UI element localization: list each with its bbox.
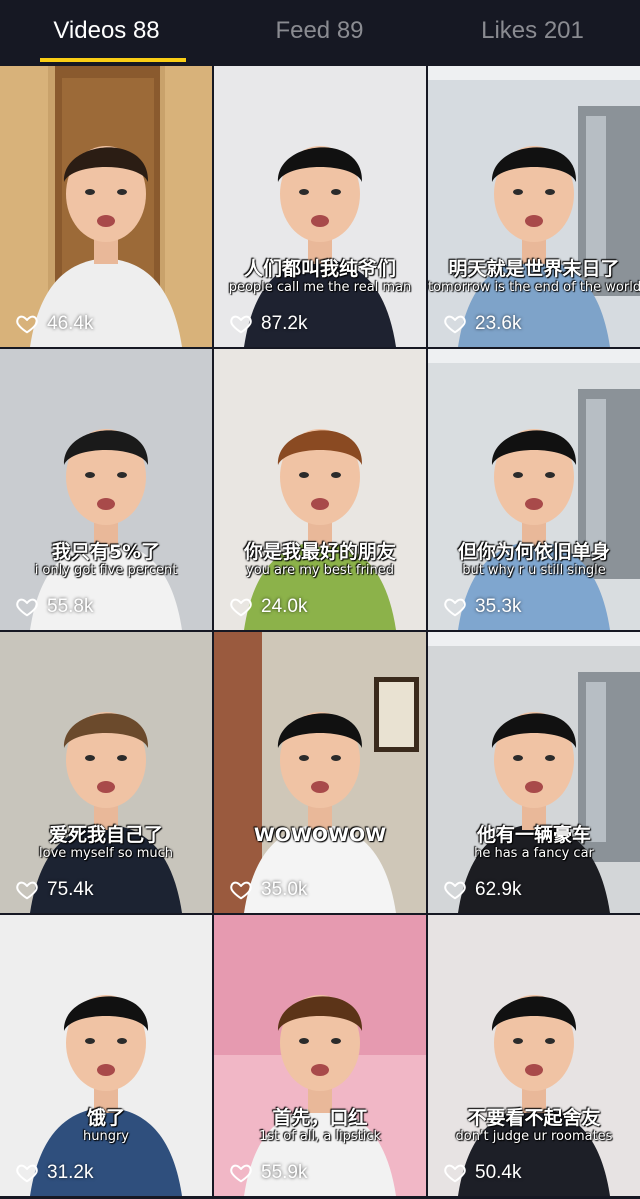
heart-outline-icon — [16, 598, 38, 617]
profile-tab-bar: Videos 88 Feed 89 Likes 201 — [0, 0, 640, 64]
tab-likes[interactable]: Likes 201 — [426, 0, 639, 64]
video-caption-english: he has a fancy car — [474, 846, 594, 861]
heart-outline-icon — [16, 881, 38, 900]
like-count-value: 35.3k — [475, 596, 522, 617]
heart-outline-icon — [444, 881, 466, 900]
like-count: 46.4k — [16, 313, 93, 335]
like-count-value: 87.2k — [261, 313, 308, 334]
like-count: 23.6k — [444, 313, 521, 335]
video-thumbnail-image — [428, 66, 640, 347]
video-caption-chinese: 但你为何依旧单身 — [457, 541, 610, 563]
video-thumbnail-image — [214, 66, 426, 347]
active-tab-indicator — [40, 58, 186, 62]
video-caption-english: WOWOWOW — [253, 824, 387, 846]
tab-feed[interactable]: Feed 89 — [213, 0, 426, 64]
like-count: 55.8k — [16, 596, 93, 618]
video-caption-english: don't judge ur roomates — [455, 1129, 613, 1144]
like-count: 31.2k — [16, 1162, 93, 1184]
video-thumbnail[interactable]: 不要看不起舍友 don't judge ur roomates 50.4k — [428, 915, 640, 1196]
video-thumbnail[interactable]: 饿了 hungry 31.2k — [0, 915, 212, 1196]
video-caption-english: but why r u still single — [462, 563, 606, 578]
like-count-value: 62.9k — [475, 879, 522, 900]
heart-outline-icon — [444, 598, 466, 617]
video-thumbnail[interactable]: 人们都叫我纯爷们 people call me the real man 87.2… — [214, 66, 426, 347]
heart-outline-icon — [16, 315, 38, 334]
like-count: 75.4k — [16, 879, 93, 901]
like-count: 35.3k — [444, 596, 521, 618]
like-count-value: 35.0k — [261, 879, 308, 900]
like-count: 62.9k — [444, 879, 521, 901]
video-thumbnail-image — [428, 915, 640, 1196]
video-caption-english: love myself so much — [39, 846, 173, 861]
heart-outline-icon — [230, 881, 252, 900]
like-count-value: 75.4k — [47, 879, 94, 900]
video-thumbnail[interactable]: 首先，口红 1st of all, a lipstick 55.9k — [214, 915, 426, 1196]
tab-videos[interactable]: Videos 88 — [0, 0, 213, 64]
video-thumbnail-image — [0, 632, 212, 913]
heart-outline-icon — [230, 1164, 252, 1183]
video-caption-chinese: 爱死我自己了 — [48, 824, 163, 846]
like-count: 24.0k — [230, 596, 307, 618]
video-thumbnail-image — [428, 349, 640, 630]
video-thumbnail[interactable]: 我只有5%了 i only got five percent 55.8k — [0, 349, 212, 630]
video-thumbnail-image — [0, 66, 212, 347]
video-caption-english: tomorrow is the end of the world — [428, 280, 640, 295]
like-count-value: 31.2k — [47, 1162, 94, 1183]
video-caption-chinese: 不要看不起舍友 — [467, 1107, 601, 1129]
like-count-value: 24.0k — [261, 596, 308, 617]
like-count-value: 55.8k — [47, 596, 94, 617]
heart-outline-icon — [230, 315, 252, 334]
video-thumbnail[interactable]: 你是我最好的朋友 you are my best frined 24.0k — [214, 349, 426, 630]
video-thumbnail[interactable]: 46.4k — [0, 66, 212, 347]
video-caption-english: people call me the real man — [228, 280, 412, 295]
heart-outline-icon — [444, 315, 466, 334]
like-count-value: 50.4k — [475, 1162, 522, 1183]
like-count: 50.4k — [444, 1162, 521, 1184]
heart-outline-icon — [444, 1164, 466, 1183]
video-thumbnail-image — [214, 632, 426, 913]
video-thumbnail[interactable]: WOWOWOW 35.0k — [214, 632, 426, 913]
video-caption-chinese: 你是我最好的朋友 — [243, 541, 396, 563]
video-caption-english: 1st of all, a lipstick — [258, 1129, 382, 1144]
video-caption-english: i only got five percent — [34, 563, 178, 578]
video-thumbnail-image — [214, 915, 426, 1196]
like-count-value: 55.9k — [261, 1162, 308, 1183]
video-grid: 46.4k 人们都叫我纯爷们 people call me the real ma… — [0, 64, 640, 1199]
video-thumbnail-image — [0, 349, 212, 630]
like-count-value: 23.6k — [475, 313, 522, 334]
like-count: 35.0k — [230, 879, 307, 901]
video-thumbnail[interactable]: 但你为何依旧单身 but why r u still single 35.3k — [428, 349, 640, 630]
video-thumbnail[interactable]: 爱死我自己了 love myself so much 75.4k — [0, 632, 212, 913]
like-count: 55.9k — [230, 1162, 307, 1184]
video-caption-chinese: 明天就是世界末日了 — [448, 258, 620, 280]
video-thumbnail-image — [428, 632, 640, 913]
video-caption-chinese: 饿了 — [86, 1107, 125, 1129]
like-count: 87.2k — [230, 313, 307, 335]
video-caption-english: you are my best frined — [246, 563, 394, 578]
heart-outline-icon — [230, 598, 252, 617]
video-caption-english: hungry — [82, 1129, 129, 1144]
video-caption-chinese: 我只有5%了 — [51, 541, 161, 563]
heart-outline-icon — [16, 1164, 38, 1183]
video-thumbnail-image — [0, 915, 212, 1196]
video-thumbnail[interactable]: 他有一辆豪车 he has a fancy car 62.9k — [428, 632, 640, 913]
video-thumbnail-image — [214, 349, 426, 630]
video-caption-chinese: 首先，口红 — [272, 1107, 368, 1129]
like-count-value: 46.4k — [47, 313, 94, 334]
video-caption-chinese: 人们都叫我纯爷们 — [243, 258, 396, 280]
video-thumbnail[interactable]: 明天就是世界末日了 tomorrow is the end of the worl… — [428, 66, 640, 347]
video-caption-chinese: 他有一辆豪车 — [476, 824, 591, 846]
